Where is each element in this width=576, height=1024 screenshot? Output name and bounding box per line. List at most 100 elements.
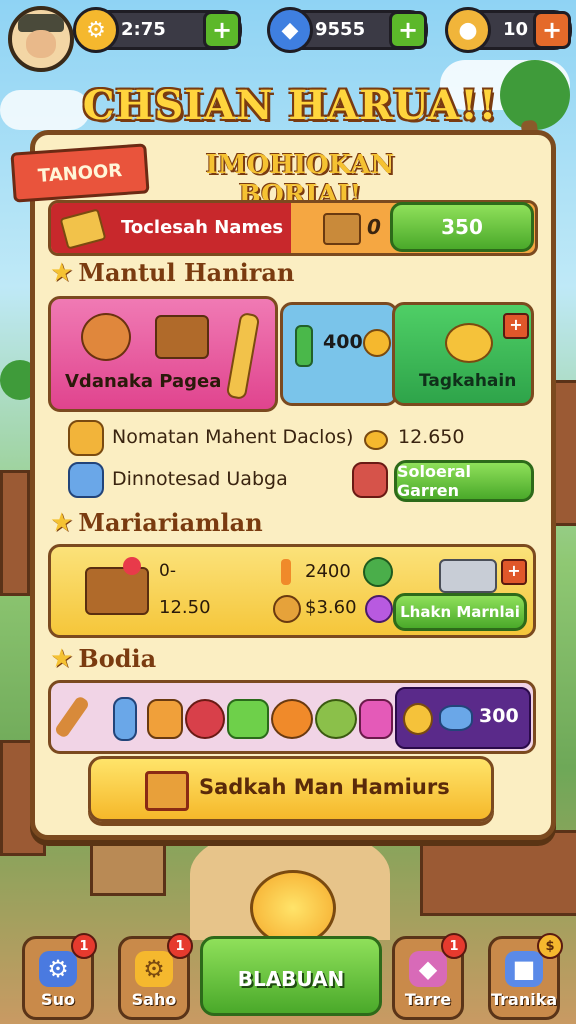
blue-gem-icon: ◆ <box>267 7 313 53</box>
coin-stack-icon <box>364 430 388 450</box>
gear-coin-icon: ⚙ <box>73 7 119 53</box>
main-action-button[interactable]: Sadkah Man Hamiurs <box>88 756 494 822</box>
names-row-count: 0 <box>367 215 381 239</box>
section2-small-value: 0- <box>159 561 176 581</box>
section2-badge[interactable]: + <box>501 559 527 585</box>
palm-tree-right <box>500 60 570 130</box>
shell-icon <box>403 703 433 735</box>
nav-badge: 1 <box>167 933 193 959</box>
nav-badge: 1 <box>441 933 467 959</box>
nav-tarre[interactable]: ◆ 1 Tarre <box>392 933 467 1020</box>
crate-icon <box>323 213 361 245</box>
bread-icon <box>273 595 301 623</box>
meat-icon <box>352 462 388 498</box>
blue-dice-icon: ■ <box>505 951 543 987</box>
jar-icon <box>359 699 393 739</box>
star-icon: ★ <box>50 508 74 538</box>
nav-label: Saho <box>131 990 177 1009</box>
pepper-icon <box>227 699 269 739</box>
section2-card[interactable]: 0- 12.50 2400 $3.60 + Lhakn Marnlai <box>48 544 536 638</box>
add-gems-button[interactable]: + <box>389 11 427 49</box>
game-title: CHSIAN HARUA!! <box>82 82 498 129</box>
herb-icon <box>315 699 357 739</box>
candle-icon <box>281 559 291 585</box>
price-350-button[interactable]: 350 <box>390 202 534 252</box>
village-hut <box>420 830 576 916</box>
bottle-icon <box>113 697 137 741</box>
coin-icon <box>363 329 391 357</box>
envelope-icon <box>145 771 189 811</box>
stick-icon <box>53 694 91 740</box>
gold-gear-icon: ⚙ <box>135 951 173 987</box>
card-pink[interactable]: Vdanaka Pagea <box>48 296 278 412</box>
names-row-label: Toclesah Names <box>121 217 284 238</box>
flowers-icon <box>271 699 313 739</box>
resource-gems[interactable]: ◆ 9555 + <box>267 7 428 53</box>
gold-coin-icon: ● <box>445 7 491 53</box>
resource-gems-value: 9555 <box>315 19 366 40</box>
section3-header: ★ Bodia <box>50 644 156 674</box>
leaf-icon <box>363 557 393 587</box>
bell-icon <box>81 313 131 361</box>
card-pink-label: Vdanaka Pagea <box>65 371 222 392</box>
fish-icon <box>439 705 473 731</box>
card-blue[interactable]: 400 <box>280 302 398 406</box>
add-coins-button[interactable]: + <box>533 11 571 49</box>
list-item[interactable]: Nomatan Mahent Daclos) 12.650 <box>68 420 528 456</box>
berries-icon <box>185 699 225 739</box>
card-green-label: Tagkahain <box>419 371 517 391</box>
avatar-face <box>26 30 56 58</box>
resource-coins-value: 10 <box>503 19 529 40</box>
section3-highlight[interactable]: 300 <box>395 687 531 749</box>
nav-label: Tranika <box>491 990 558 1009</box>
nav-label: Suo <box>41 990 75 1009</box>
potion-icon <box>365 595 393 623</box>
section2-value-b: $3.60 <box>305 597 357 618</box>
nav-saho[interactable]: ⚙ 1 Saho <box>118 933 193 1020</box>
nav-label: Tarre <box>404 990 452 1009</box>
duck-icon <box>445 323 493 363</box>
section1-header: ★ Mantul Haniran <box>50 258 294 288</box>
blue-gear-icon: ⚙ <box>39 951 77 987</box>
nav-suo[interactable]: ⚙ 1 Suo <box>22 933 97 1020</box>
plus-badge[interactable]: + <box>503 313 529 339</box>
select-button[interactable]: Soloeral Garren <box>394 460 534 502</box>
village-hut <box>90 840 166 896</box>
star-icon: ★ <box>50 644 74 674</box>
panel-ribbon: TANOOR <box>10 143 150 203</box>
machine-icon <box>439 559 497 593</box>
star-icon: ★ <box>50 258 74 288</box>
card-blue-value: 400 <box>323 331 363 353</box>
section2-value-a: 2400 <box>305 561 351 582</box>
player-avatar[interactable] <box>8 6 74 72</box>
learn-button[interactable]: Lhakn Marnlai <box>393 593 527 631</box>
resource-gears[interactable]: ⚙ 2:75 + <box>73 7 242 53</box>
main-action-label: Sadkah Man Hamiurs <box>199 775 450 799</box>
resource-coins[interactable]: ● 10 + <box>445 7 572 53</box>
add-gears-button[interactable]: + <box>203 11 241 49</box>
village-hut <box>0 470 30 596</box>
list-item-label: Dinnotesad Uabga <box>112 468 288 490</box>
list-item-value: 12.650 <box>398 426 465 448</box>
pink-bag-icon: ◆ <box>409 951 447 987</box>
nav-main-button[interactable]: BLABUAN <box>200 936 382 1016</box>
list-item[interactable]: Dinnotesad Uabga Soloeral Garren <box>68 460 534 502</box>
cake-icon <box>147 699 183 739</box>
list-item-label: Nomatan Mahent Daclos) <box>112 426 354 448</box>
card-green[interactable]: + Tagkahain <box>392 302 534 406</box>
box-icon <box>68 420 104 456</box>
jar-icon <box>68 462 104 498</box>
chest-icon <box>85 567 149 615</box>
section3-card[interactable]: 300 <box>48 680 536 754</box>
mascot-sun <box>250 870 336 946</box>
heart-icon <box>123 557 141 575</box>
section3-title: Bodia <box>78 644 157 673</box>
nav-tranika[interactable]: ■ $ Tranika <box>488 933 563 1020</box>
section3-value: 300 <box>479 705 519 727</box>
chest-icon <box>155 315 209 359</box>
nav-badge: 1 <box>71 933 97 959</box>
section2-price: 12.50 <box>159 597 211 618</box>
scroll-icon <box>225 311 261 401</box>
section2-header: ★ Mariariamlan <box>50 508 263 538</box>
section2-title: Mariariamlan <box>78 508 263 537</box>
